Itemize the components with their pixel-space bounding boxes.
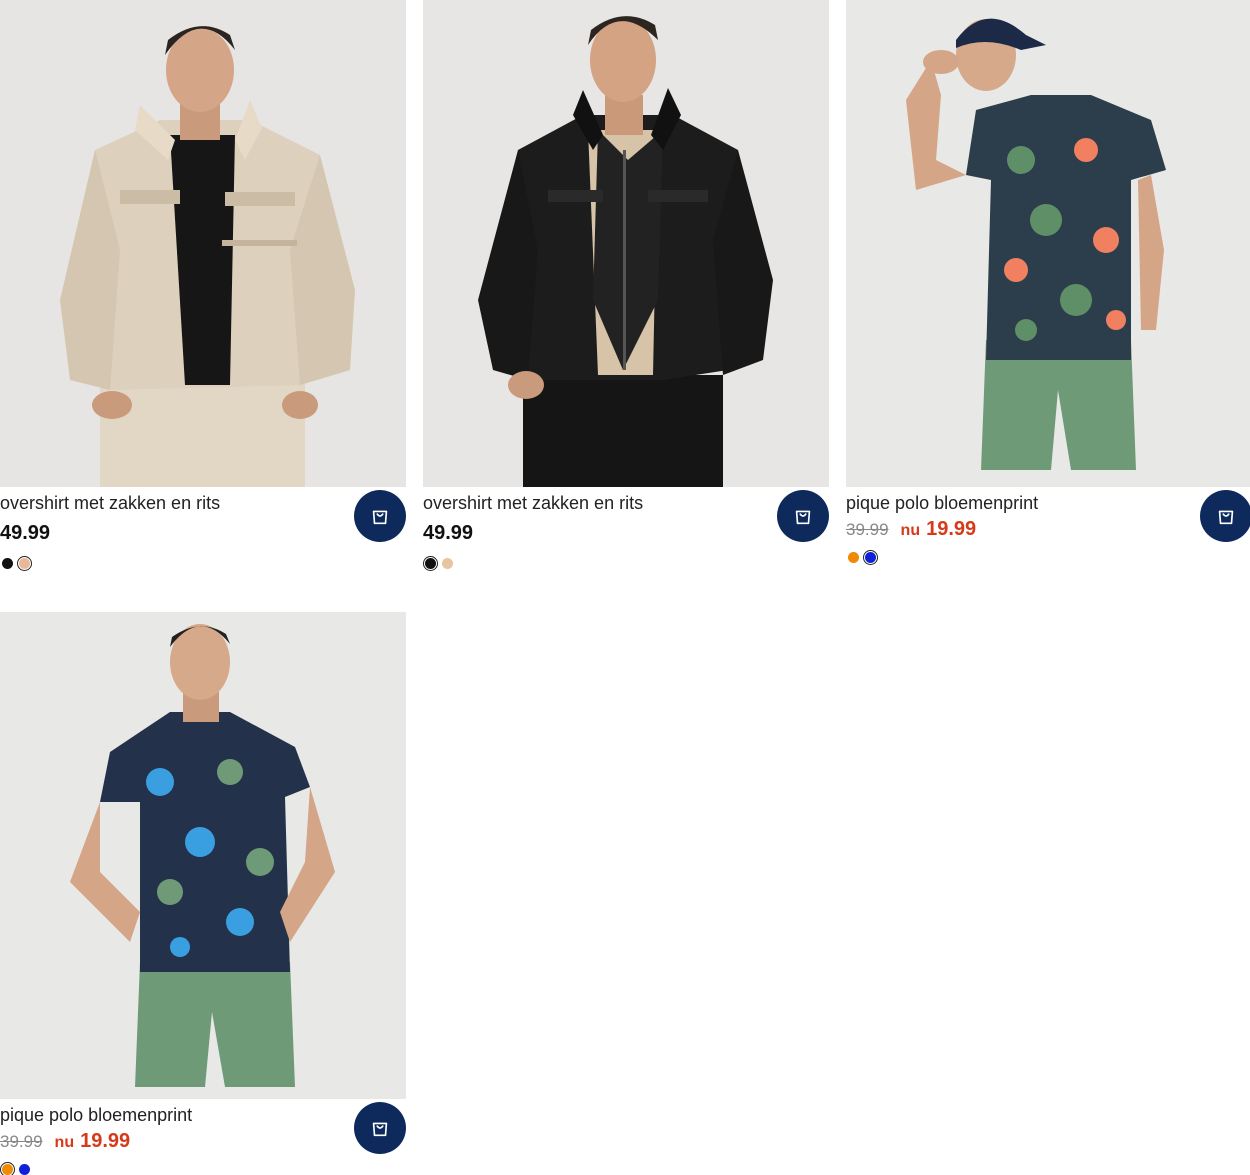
color-swatches xyxy=(0,556,32,571)
swatch-black[interactable] xyxy=(423,556,438,571)
add-to-cart-button[interactable] xyxy=(1200,490,1250,542)
product-image[interactable] xyxy=(846,0,1250,487)
product-price: 39.99 nu 19.99 xyxy=(846,518,976,541)
now-label: nu xyxy=(54,1134,75,1151)
product-price: 49.99 xyxy=(423,522,474,544)
product-card[interactable]: overshirt met zakken en rits 49.99 xyxy=(423,0,829,571)
add-to-cart-button[interactable] xyxy=(354,1102,406,1154)
product-card[interactable]: pique polo bloemenprint 39.99 nu 19.99 xyxy=(0,612,406,1175)
product-card[interactable]: overshirt met zakken en rits 49.99 xyxy=(0,0,406,571)
model-in-blue-floral-polo xyxy=(0,612,406,1099)
product-price: 39.99 nu 19.99 xyxy=(0,1130,130,1153)
sale-price: 19.99 xyxy=(80,1130,131,1152)
shopping-bag-icon xyxy=(372,510,388,525)
product-title[interactable]: pique polo bloemenprint xyxy=(0,1104,192,1126)
product-title[interactable]: overshirt met zakken en rits xyxy=(423,492,643,514)
product-title[interactable]: pique polo bloemenprint xyxy=(846,492,1038,514)
add-to-cart-button[interactable] xyxy=(777,490,829,542)
shopping-bag-icon xyxy=(372,1122,388,1137)
product-card[interactable]: pique polo bloemenprint 39.99 nu 19.99 xyxy=(846,0,1250,565)
swatch-orange[interactable] xyxy=(848,552,859,563)
product-title[interactable]: overshirt met zakken en rits xyxy=(0,492,220,514)
swatch-beige[interactable] xyxy=(442,558,453,569)
product-image[interactable] xyxy=(423,0,829,487)
product-image[interactable] xyxy=(0,0,406,487)
old-price: 39.99 xyxy=(0,1132,43,1151)
product-image[interactable] xyxy=(0,612,406,1099)
add-to-cart-button[interactable] xyxy=(354,490,406,542)
model-in-floral-polo xyxy=(846,0,1250,487)
model-in-beige-jacket xyxy=(0,0,406,487)
now-label: nu xyxy=(900,522,921,539)
sale-price: 19.99 xyxy=(926,518,977,540)
swatch-beige[interactable] xyxy=(17,556,32,571)
product-price: 49.99 xyxy=(0,522,51,544)
model-in-black-jacket xyxy=(423,0,829,487)
shopping-bag-icon xyxy=(1218,510,1234,525)
color-swatches xyxy=(423,556,453,571)
swatch-black[interactable] xyxy=(2,558,13,569)
shopping-bag-icon xyxy=(795,510,811,525)
swatch-blue[interactable] xyxy=(863,550,878,565)
color-swatches xyxy=(846,550,878,565)
old-price: 39.99 xyxy=(846,520,889,539)
